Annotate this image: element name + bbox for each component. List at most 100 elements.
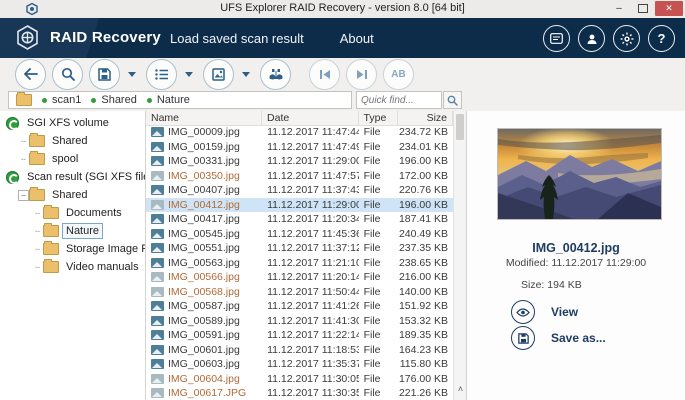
column-header-name[interactable]: Name <box>146 111 262 125</box>
folder-icon <box>29 189 45 201</box>
file-row[interactable]: IMG_00551.jpg11.12.2017 11:37:12File237.… <box>146 241 453 256</box>
file-row[interactable]: IMG_00589.jpg11.12.2017 11:41:30File153.… <box>146 314 453 329</box>
file-row[interactable]: IMG_00604.jpg11.12.2017 11:30:05File176.… <box>146 372 453 387</box>
preview-panel: IMG_00412.jpg Modified: 11.12.2017 11:29… <box>466 111 685 400</box>
file-row[interactable]: IMG_00601.jpg11.12.2017 11:18:53File164.… <box>146 343 453 358</box>
expander-dash-icon[interactable]: ╌ <box>32 245 43 254</box>
tree-item-spool[interactable]: ╌spool <box>0 150 145 168</box>
quick-find-search-button[interactable] <box>443 91 462 109</box>
file-list-scrollbar[interactable]: ˄ <box>453 111 466 400</box>
help-icon[interactable]: ? <box>648 25 675 52</box>
settings-icon[interactable] <box>613 25 640 52</box>
file-row[interactable]: IMG_00417.jpg11.12.2017 11:20:34File187.… <box>146 212 453 227</box>
close-button[interactable]: ✕ <box>655 1 683 16</box>
file-row[interactable]: IMG_00587.jpg11.12.2017 11:41:26File151.… <box>146 299 453 314</box>
preview-filename: IMG_00412.jpg <box>467 241 685 255</box>
save-button[interactable] <box>89 59 120 90</box>
file-size: 115.80 KB <box>398 358 453 370</box>
file-row[interactable]: IMG_00545.jpg11.12.2017 11:45:36File240.… <box>146 227 453 242</box>
tree-item-storage-image-files[interactable]: ╌Storage Image Files <box>0 240 145 258</box>
tree-item-label: Nature <box>62 223 103 239</box>
export-image-button[interactable] <box>203 59 234 90</box>
raid-recovery-logo-icon <box>14 24 41 51</box>
file-type: File <box>359 315 399 327</box>
file-size: 240.49 KB <box>398 228 453 240</box>
file-row[interactable]: IMG_00603.jpg11.12.2017 11:35:37File115.… <box>146 357 453 372</box>
main-content: SGI XFS volume╌Shared╌spoolScan result (… <box>0 111 685 400</box>
file-name: IMG_00587.jpg <box>168 300 240 312</box>
column-header-size[interactable]: Size <box>398 111 453 125</box>
image-file-icon <box>151 258 164 268</box>
expander-dash-icon[interactable]: ╌ <box>32 209 43 218</box>
save-as-button[interactable]: Save as... <box>511 326 606 350</box>
save-icon <box>511 326 535 350</box>
file-row[interactable]: IMG_00009.jpg11.12.2017 11:47:44File234.… <box>146 125 453 140</box>
search-button[interactable] <box>52 59 83 90</box>
eye-icon <box>511 300 535 324</box>
folder-icon <box>29 153 45 165</box>
scrollbar-thumb[interactable] <box>456 114 464 140</box>
breadcrumb[interactable]: scan1 Shared Nature <box>8 91 352 109</box>
file-name: IMG_00407.jpg <box>168 184 240 196</box>
file-date: 11.12.2017 11:30:05 <box>262 373 359 385</box>
breadcrumb-item-shared[interactable]: Shared <box>91 94 136 106</box>
save-dropdown-caret[interactable] <box>128 72 136 77</box>
prev-button[interactable] <box>309 59 340 90</box>
file-name: IMG_00601.jpg <box>168 344 240 356</box>
file-row[interactable]: IMG_00412.jpg11.12.2017 11:29:00File196.… <box>146 198 453 213</box>
file-row[interactable]: IMG_00563.jpg11.12.2017 11:21:10File238.… <box>146 256 453 271</box>
collapse-icon[interactable]: – <box>18 190 29 201</box>
column-header-type[interactable]: Type <box>359 111 399 125</box>
file-type: File <box>359 228 399 240</box>
minimize-button[interactable]: – <box>607 1 631 16</box>
back-button[interactable] <box>15 59 46 90</box>
expander-dash-icon[interactable]: ╌ <box>18 155 29 164</box>
file-date: 11.12.2017 11:18:53 <box>262 344 359 356</box>
file-row[interactable]: IMG_00568.jpg11.12.2017 11:50:44File140.… <box>146 285 453 300</box>
file-row[interactable]: IMG_00617.JPG11.12.2017 11:30:35File221.… <box>146 386 453 400</box>
next-button[interactable] <box>346 59 377 90</box>
file-type: File <box>359 329 399 341</box>
image-file-icon <box>151 185 164 195</box>
find-button[interactable] <box>260 59 291 90</box>
expander-dash-icon[interactable]: ╌ <box>32 263 43 272</box>
file-type: File <box>359 387 399 399</box>
export-dropdown-caret[interactable] <box>242 72 250 77</box>
tree-item-documents[interactable]: ╌Documents <box>0 204 145 222</box>
title-bar: UFS Explorer RAID Recovery - version 8.0… <box>0 0 685 19</box>
folder-icon <box>43 225 59 237</box>
tree-item-scan-result-sgi-xfs-file-system-3-72-gb[interactable]: Scan result (SGI XFS file system; 3.72 G… <box>0 168 145 186</box>
file-row[interactable]: IMG_00591.jpg11.12.2017 11:22:14File189.… <box>146 328 453 343</box>
quick-find-input[interactable] <box>356 91 442 109</box>
view-options-button[interactable] <box>146 59 177 90</box>
file-row[interactable]: IMG_00331.jpg11.12.2017 11:29:00File196.… <box>146 154 453 169</box>
menu-load-saved-scan-result[interactable]: Load saved scan result <box>170 31 304 46</box>
expander-dash-icon[interactable]: ╌ <box>18 137 29 146</box>
tree-item-shared[interactable]: –Shared <box>0 186 145 204</box>
column-header-date[interactable]: Date <box>262 111 359 125</box>
view-options-dropdown-caret[interactable] <box>185 72 193 77</box>
tree-item-nature[interactable]: ╌ Nature <box>0 222 145 240</box>
file-name: IMG_00417.jpg <box>168 213 240 225</box>
maximize-button[interactable] <box>631 1 655 16</box>
image-file-icon <box>151 301 164 311</box>
tree-item-sgi-xfs-volume[interactable]: SGI XFS volume <box>0 114 145 132</box>
path-row: scan1 Shared Nature <box>0 90 685 112</box>
breadcrumb-item-scan1[interactable]: scan1 <box>42 94 81 106</box>
message-icon[interactable] <box>543 25 570 52</box>
file-row[interactable]: IMG_00159.jpg11.12.2017 11:47:49File234.… <box>146 140 453 155</box>
menu-about[interactable]: About <box>340 31 374 46</box>
image-file-icon <box>151 229 164 239</box>
user-icon[interactable] <box>578 25 605 52</box>
expander-dash-icon[interactable]: ╌ <box>32 227 43 236</box>
file-row[interactable]: IMG_00407.jpg11.12.2017 11:37:43File220.… <box>146 183 453 198</box>
file-type: File <box>359 373 399 385</box>
rename-ab-button[interactable]: AB <box>383 59 414 90</box>
file-row[interactable]: IMG_00566.jpg11.12.2017 11:20:14File216.… <box>146 270 453 285</box>
file-row[interactable]: IMG_00350.jpg11.12.2017 11:47:57File172.… <box>146 169 453 184</box>
breadcrumb-item-nature[interactable]: Nature <box>147 94 190 106</box>
view-button[interactable]: View <box>511 300 578 324</box>
tree-item-shared[interactable]: ╌Shared <box>0 132 145 150</box>
tree-item-video-manuals[interactable]: ╌Video manuals <box>0 258 145 276</box>
file-size: 176.00 KB <box>398 373 453 385</box>
